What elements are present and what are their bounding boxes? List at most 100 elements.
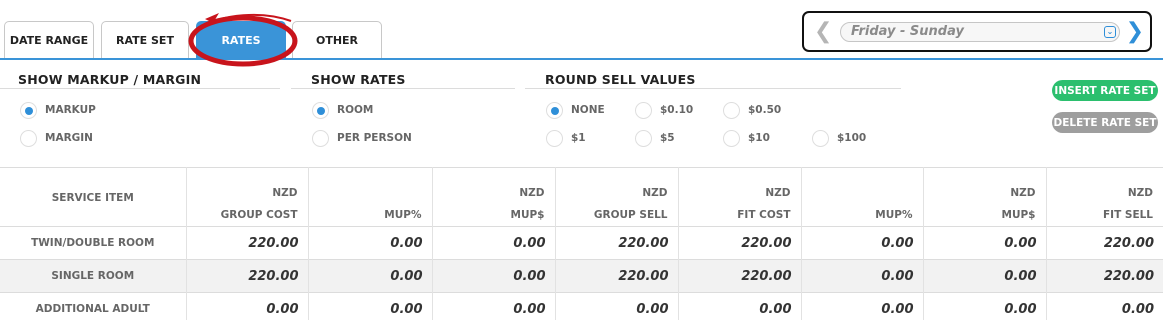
radio-round-5[interactable]: $5 — [635, 129, 675, 147]
rate-cell[interactable]: 220.00 — [555, 226, 679, 260]
column-header-label: MUP% — [875, 209, 913, 221]
table-row: ADDITIONAL ADULT 0.00 0.00 0.00 0.00 0.0… — [0, 292, 1163, 320]
rate-cell[interactable]: 0.00 — [923, 226, 1047, 260]
radio-label: PER PERSON — [337, 132, 412, 144]
column-header-currency — [309, 182, 422, 204]
column-header: NZD MUP$ — [432, 167, 556, 227]
service-item-cell: SINGLE ROOM — [0, 259, 187, 293]
column-header-label: FIT COST — [737, 209, 791, 221]
rate-cell[interactable]: 0.00 — [678, 292, 802, 320]
show-rates-title: SHOW RATES — [311, 72, 406, 87]
rates-table: SERVICE ITEM NZD GROUP COST MUP% NZD MUP$ … — [0, 167, 1163, 320]
rate-cell[interactable]: 0.00 — [923, 259, 1047, 293]
table-row: SINGLE ROOM 220.00 0.00 0.00 220.00 220.… — [0, 259, 1163, 293]
rate-cell[interactable]: 0.00 — [801, 226, 924, 260]
radio-label: $1 — [571, 132, 586, 144]
rate-cell[interactable]: 220.00 — [678, 259, 802, 293]
column-header-service-item: SERVICE ITEM — [0, 167, 187, 227]
column-header-label: MUP% — [384, 209, 422, 221]
radio-margin[interactable]: MARGIN — [20, 129, 93, 147]
radio-label: NONE — [571, 104, 605, 116]
column-header: NZD FIT SELL — [1046, 167, 1163, 227]
column-header: MUP% — [308, 167, 433, 227]
service-item-cell: TWIN/DOUBLE ROOM — [0, 226, 187, 260]
column-header-currency — [802, 182, 913, 204]
rate-cell[interactable]: 0.00 — [801, 292, 924, 320]
rate-cell[interactable]: 0.00 — [1046, 292, 1163, 320]
rate-cell[interactable]: 0.00 — [308, 259, 433, 293]
rate-cell[interactable]: 0.00 — [923, 292, 1047, 320]
radio-button[interactable] — [546, 101, 563, 119]
rate-cell[interactable]: 220.00 — [186, 226, 309, 260]
rate-cell[interactable]: 0.00 — [801, 259, 924, 293]
radio-button[interactable] — [20, 101, 37, 119]
chevron-down-icon: ⌄ — [1104, 26, 1116, 38]
radio-round-10[interactable]: $10 — [723, 129, 770, 147]
radio-round-1[interactable]: $1 — [546, 129, 586, 147]
rate-cell[interactable]: 220.00 — [186, 259, 309, 293]
tab-other[interactable]: OTHER — [292, 21, 382, 58]
radio-button[interactable] — [635, 101, 652, 119]
column-header-label: MUP$ — [1001, 209, 1036, 221]
radio-button[interactable] — [723, 101, 740, 119]
delete-rate-set-button[interactable]: DELETE RATE SET — [1052, 112, 1158, 133]
radio-round-100[interactable]: $100 — [812, 129, 866, 147]
radio-round-0-10[interactable]: $0.10 — [635, 101, 693, 119]
rate-cell[interactable]: 0.00 — [432, 292, 556, 320]
radio-round-0-50[interactable]: $0.50 — [723, 101, 781, 119]
tab-date-range[interactable]: DATE RANGE — [4, 21, 94, 58]
rate-cell[interactable]: 220.00 — [1046, 226, 1163, 260]
rate-cell[interactable]: 0.00 — [432, 259, 556, 293]
chevron-right-icon[interactable]: ❯ — [1126, 19, 1144, 45]
column-header-currency: NZD — [765, 187, 791, 199]
day-range-select[interactable]: Friday - Sunday ⌄ — [840, 22, 1120, 42]
radio-button[interactable] — [20, 129, 37, 147]
rate-cell[interactable]: 220.00 — [1046, 259, 1163, 293]
column-header: MUP% — [801, 167, 924, 227]
column-header-label: GROUP COST — [220, 209, 298, 221]
column-header: NZD FIT COST — [678, 167, 802, 227]
column-header-label: FIT SELL — [1102, 209, 1153, 221]
radio-label: MARKUP — [45, 104, 96, 116]
radio-button[interactable] — [312, 129, 329, 147]
radio-per-person[interactable]: PER PERSON — [312, 129, 412, 147]
tab-rates[interactable]: RATES — [196, 21, 286, 58]
tab-underline — [0, 58, 1163, 60]
column-header-label: MUP$ — [510, 209, 545, 221]
rate-cell[interactable]: 220.00 — [555, 259, 679, 293]
divider — [291, 88, 515, 89]
radio-button[interactable] — [312, 101, 329, 119]
rate-cell[interactable]: 0.00 — [555, 292, 679, 320]
rate-cell[interactable]: 220.00 — [678, 226, 802, 260]
column-header-label: SERVICE ITEM — [51, 192, 134, 204]
radio-label: $100 — [837, 132, 867, 144]
date-selector: ❮ Friday - Sunday ⌄ ❯ — [802, 11, 1152, 52]
column-header-currency: NZD — [1127, 187, 1153, 199]
radio-label: $10 — [748, 132, 770, 144]
column-header-currency: NZD — [1010, 187, 1036, 199]
markup-margin-title: SHOW MARKUP / MARGIN — [18, 72, 202, 87]
radio-label: ROOM — [337, 104, 374, 116]
radio-room[interactable]: ROOM — [312, 101, 373, 119]
insert-rate-set-button[interactable]: INSERT RATE SET — [1052, 80, 1158, 101]
rate-cell[interactable]: 0.00 — [186, 292, 309, 320]
radio-label: MARGIN — [45, 132, 93, 144]
service-item-cell: ADDITIONAL ADULT — [0, 292, 187, 320]
tab-rate-set[interactable]: RATE SET — [101, 21, 189, 58]
radio-label: $5 — [660, 132, 675, 144]
table-header-row: SERVICE ITEM NZD GROUP COST MUP% NZD MUP$ … — [0, 167, 1163, 227]
radio-round-none[interactable]: NONE — [546, 101, 605, 119]
rate-cell[interactable]: 0.00 — [432, 226, 556, 260]
day-range-value: Friday - Sunday — [851, 24, 964, 39]
radio-button[interactable] — [546, 129, 563, 147]
column-header-currency: NZD — [272, 187, 298, 199]
radio-button[interactable] — [723, 129, 740, 147]
rate-cell[interactable]: 0.00 — [308, 226, 433, 260]
divider — [525, 88, 901, 89]
rate-cell[interactable]: 0.00 — [308, 292, 433, 320]
radio-button[interactable] — [812, 129, 829, 147]
chevron-left-icon[interactable]: ❮ — [814, 19, 832, 45]
radio-markup[interactable]: MARKUP — [20, 101, 96, 119]
radio-button[interactable] — [635, 129, 652, 147]
column-header: NZD MUP$ — [923, 167, 1047, 227]
